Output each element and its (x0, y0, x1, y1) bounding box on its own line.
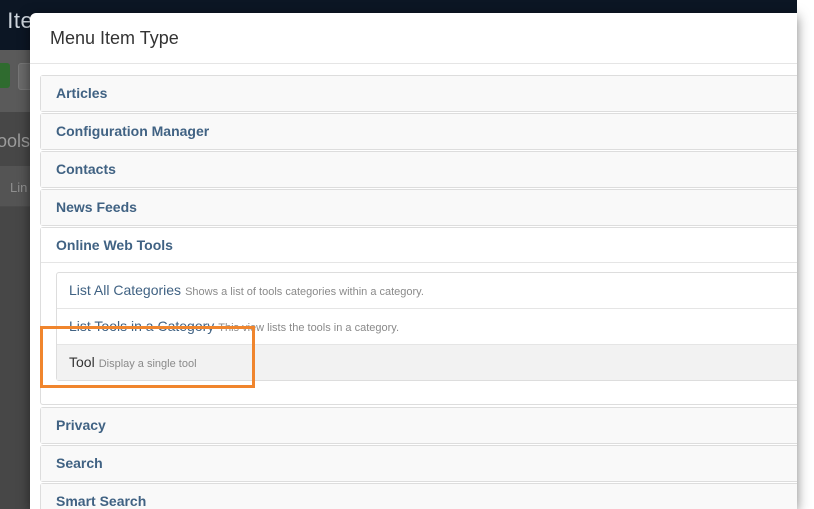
group-heading[interactable]: Online Web Tools (41, 228, 797, 263)
menu-type-label[interactable]: Tool (69, 354, 95, 370)
group-heading[interactable]: Privacy (41, 408, 797, 443)
menu-type-label[interactable]: List Tools in a Category (69, 318, 214, 334)
menu-type-tool[interactable]: Tool Display a single tool (57, 345, 797, 380)
group-articles[interactable]: Articles (40, 75, 797, 112)
group-label[interactable]: Articles (56, 85, 107, 101)
group-heading[interactable]: Search (41, 446, 797, 481)
menu-type-description: This view lists the tools in a category. (218, 322, 400, 334)
group-online-web-tools[interactable]: Online Web Tools List All Categories Show… (40, 227, 797, 405)
group-body: List All Categories Shows a list of tools… (41, 263, 797, 381)
group-label[interactable]: Smart Search (56, 493, 146, 509)
group-label[interactable]: Configuration Manager (56, 123, 209, 139)
menu-type-description: Shows a list of tools categories within … (185, 286, 424, 298)
menu-type-list-tools-in-category[interactable]: List Tools in a Category This view lists … (57, 309, 797, 345)
group-search[interactable]: Search (40, 445, 797, 482)
background-page-title: t Ite (0, 8, 34, 33)
group-privacy[interactable]: Privacy (40, 407, 797, 444)
group-label[interactable]: Online Web Tools (56, 237, 173, 253)
background-tab-link: Lin (10, 180, 28, 195)
group-smart-search[interactable]: Smart Search (40, 483, 797, 509)
group-news-feeds[interactable]: News Feeds (40, 189, 797, 226)
menu-item-type-modal: Menu Item Type Articles Configuration Ma… (30, 13, 797, 509)
background-right-edge (797, 0, 814, 509)
background-tools-heading: ools (0, 131, 31, 151)
background-save-button (0, 63, 10, 88)
menu-type-label[interactable]: List All Categories (69, 282, 181, 298)
menu-type-list: List All Categories Shows a list of tools… (56, 272, 797, 381)
group-label[interactable]: Contacts (56, 161, 116, 177)
group-label[interactable]: Privacy (56, 417, 106, 433)
group-heading[interactable]: News Feeds (41, 190, 797, 225)
modal-header: Menu Item Type (30, 13, 797, 64)
menu-type-list-all-categories[interactable]: List All Categories Shows a list of tools… (57, 273, 797, 309)
group-heading[interactable]: Articles (41, 76, 797, 111)
menu-type-description: Display a single tool (98, 358, 197, 370)
group-label[interactable]: News Feeds (56, 199, 137, 215)
group-heading[interactable]: Contacts (41, 152, 797, 187)
group-contacts[interactable]: Contacts (40, 151, 797, 188)
group-label[interactable]: Search (56, 455, 103, 471)
group-configuration-manager[interactable]: Configuration Manager (40, 113, 797, 150)
group-heading[interactable]: Configuration Manager (41, 114, 797, 149)
modal-title: Menu Item Type (50, 28, 179, 48)
group-heading[interactable]: Smart Search (41, 484, 797, 509)
